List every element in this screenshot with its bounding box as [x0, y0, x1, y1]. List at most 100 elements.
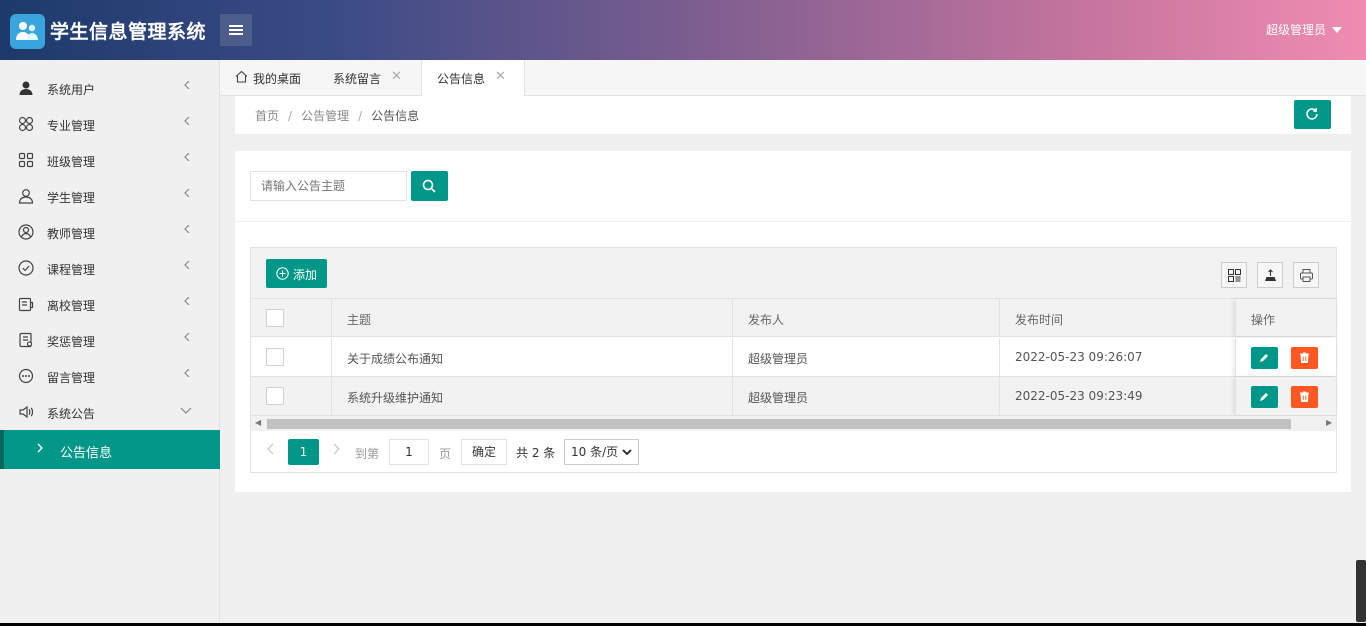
pencil-icon — [1260, 354, 1268, 362]
menu-toggle-button[interactable] — [220, 14, 252, 46]
tab-desktop[interactable]: 我的桌面 — [220, 60, 316, 96]
chat-icon — [18, 368, 34, 384]
main-panel: 添加 主题 发布人 发布时间 操作 关于成绩公布通知 超级管理员 2022-05… — [235, 151, 1351, 492]
caret-down-icon[interactable] — [1332, 27, 1342, 33]
print-icon — [1300, 269, 1313, 282]
chevron-left-icon — [184, 225, 190, 233]
sidebar-item-messages[interactable]: 留言管理 — [0, 358, 220, 394]
goto-page-input[interactable] — [389, 439, 429, 465]
breadcrumb-home[interactable]: 首页 — [255, 109, 279, 123]
search-input[interactable] — [250, 171, 407, 201]
page-current[interactable]: 1 — [288, 439, 319, 465]
sidebar-item-label: 离校管理 — [47, 299, 96, 313]
search-bar — [235, 151, 1351, 222]
header-title[interactable]: 主题 — [332, 299, 733, 336]
data-table: 添加 主题 发布人 发布时间 操作 关于成绩公布通知 超级管理员 2022-05… — [250, 247, 1337, 473]
goto-label: 到第 — [355, 447, 380, 461]
header-time[interactable]: 发布时间 — [1000, 299, 1235, 336]
chevron-left-icon[interactable] — [266, 443, 276, 455]
grid-icon — [18, 152, 34, 168]
sidebar-item-label: 班级管理 — [47, 155, 96, 169]
export-button[interactable] — [1257, 262, 1283, 288]
clover-icon — [18, 116, 34, 132]
page-size-select[interactable]: 10 条/页 — [564, 439, 639, 465]
goto-confirm-button[interactable]: 确定 — [461, 439, 507, 465]
sidebar-item-teachers[interactable]: 教师管理 — [0, 214, 220, 250]
chevron-left-icon — [184, 117, 190, 125]
chevron-down-icon — [180, 407, 192, 414]
row-checkbox-cell — [251, 377, 332, 415]
add-button-label: 添加 — [293, 268, 318, 282]
trash-icon — [1300, 352, 1309, 363]
tab-label: 系统留言 — [333, 72, 382, 86]
sidebar-item-label: 奖惩管理 — [47, 335, 96, 349]
header-checkbox-cell — [251, 299, 332, 336]
print-button[interactable] — [1293, 262, 1319, 288]
delete-button[interactable] — [1291, 347, 1318, 369]
edit-button[interactable] — [1251, 386, 1278, 408]
tab-messages[interactable]: 系统留言 ✕ — [317, 60, 421, 96]
sidebar-item-rewards[interactable]: 奖惩管理 — [0, 322, 220, 358]
breadcrumb-bar: 首页 / 公告管理 / 公告信息 — [235, 96, 1351, 135]
user-menu[interactable]: 超级管理员 — [1266, 21, 1326, 38]
header-publisher[interactable]: 发布人 — [733, 299, 1000, 336]
table-row: 关于成绩公布通知 超级管理员 2022-05-23 09:26:07 — [251, 338, 1336, 377]
pagination: 1 到第 页 确定 共 2 条 10 条/页 — [251, 431, 1336, 472]
tab-bar: 我的桌面 系统留言 ✕ 公告信息 ✕ — [220, 60, 1366, 97]
breadcrumb-current: 公告信息 — [371, 109, 420, 123]
cell-title: 系统升级维护通知 — [332, 377, 733, 415]
sidebar-item-label: 留言管理 — [47, 371, 96, 385]
side-widget[interactable] — [1356, 560, 1366, 622]
wallet-icon — [18, 297, 34, 312]
sidebar-item-announcements[interactable]: 系统公告 — [0, 394, 220, 430]
sidebar-item-users[interactable]: 系统用户 — [0, 70, 220, 106]
breadcrumb-section[interactable]: 公告管理 — [301, 109, 349, 123]
refresh-button[interactable] — [1294, 100, 1331, 129]
sidebar-item-majors[interactable]: 专业管理 — [0, 106, 220, 142]
breadcrumb-separator: / — [288, 109, 293, 123]
tab-notice-info[interactable]: 公告信息 ✕ — [421, 60, 525, 97]
delete-button[interactable] — [1291, 386, 1318, 408]
row-checkbox[interactable] — [266, 348, 284, 366]
chevron-left-icon — [184, 81, 190, 89]
sidebar-item-classes[interactable]: 班级管理 — [0, 142, 220, 178]
chevron-down-icon — [622, 449, 632, 456]
document-icon — [19, 332, 33, 348]
edit-button[interactable] — [1251, 347, 1278, 369]
sidebar-item-label: 系统公告 — [47, 407, 96, 421]
sidebar-item-students[interactable]: 学生管理 — [0, 178, 220, 214]
plus-circle-icon — [276, 267, 289, 280]
sidebar-item-leaving[interactable]: 离校管理 — [0, 286, 220, 322]
hamburger-icon-line — [229, 33, 243, 35]
chevron-right-icon[interactable] — [331, 443, 341, 455]
page-label: 页 — [439, 447, 452, 461]
cell-time: 2022-05-23 09:23:49 — [1015, 389, 1143, 403]
hamburger-icon-line — [229, 29, 243, 31]
sidebar-item-label: 专业管理 — [47, 119, 96, 133]
search-button[interactable] — [411, 171, 448, 201]
top-header: 学生信息管理系统 超级管理员 — [0, 0, 1366, 60]
app-title: 学生信息管理系统 — [50, 21, 207, 43]
close-icon[interactable]: ✕ — [391, 69, 402, 84]
export-icon — [1265, 269, 1276, 281]
sidebar-subitem-notice-info[interactable]: 公告信息 — [0, 430, 220, 469]
select-all-checkbox[interactable] — [266, 309, 284, 327]
page-size-value: 10 条/页 — [571, 445, 619, 459]
scroll-left-icon[interactable]: ◀ — [255, 418, 261, 427]
hamburger-icon — [229, 25, 243, 27]
columns-filter-button[interactable] — [1221, 262, 1247, 288]
cell-publisher: 超级管理员 — [733, 377, 1000, 415]
sidebar-item-courses[interactable]: 课程管理 — [0, 250, 220, 286]
columns-icon — [1228, 269, 1241, 282]
row-checkbox[interactable] — [266, 387, 284, 405]
scrollbar-thumb[interactable] — [267, 419, 1291, 429]
chevron-right-icon — [37, 443, 43, 453]
chevron-left-icon — [184, 261, 190, 269]
close-icon[interactable]: ✕ — [495, 69, 506, 84]
app-logo — [10, 14, 45, 49]
add-button[interactable]: 添加 — [266, 259, 327, 288]
horizontal-scrollbar[interactable]: ◀ ▶ — [251, 416, 1336, 431]
sidebar-item-label: 课程管理 — [47, 263, 96, 277]
scroll-right-icon[interactable]: ▶ — [1326, 418, 1332, 427]
users-icon — [16, 22, 38, 40]
